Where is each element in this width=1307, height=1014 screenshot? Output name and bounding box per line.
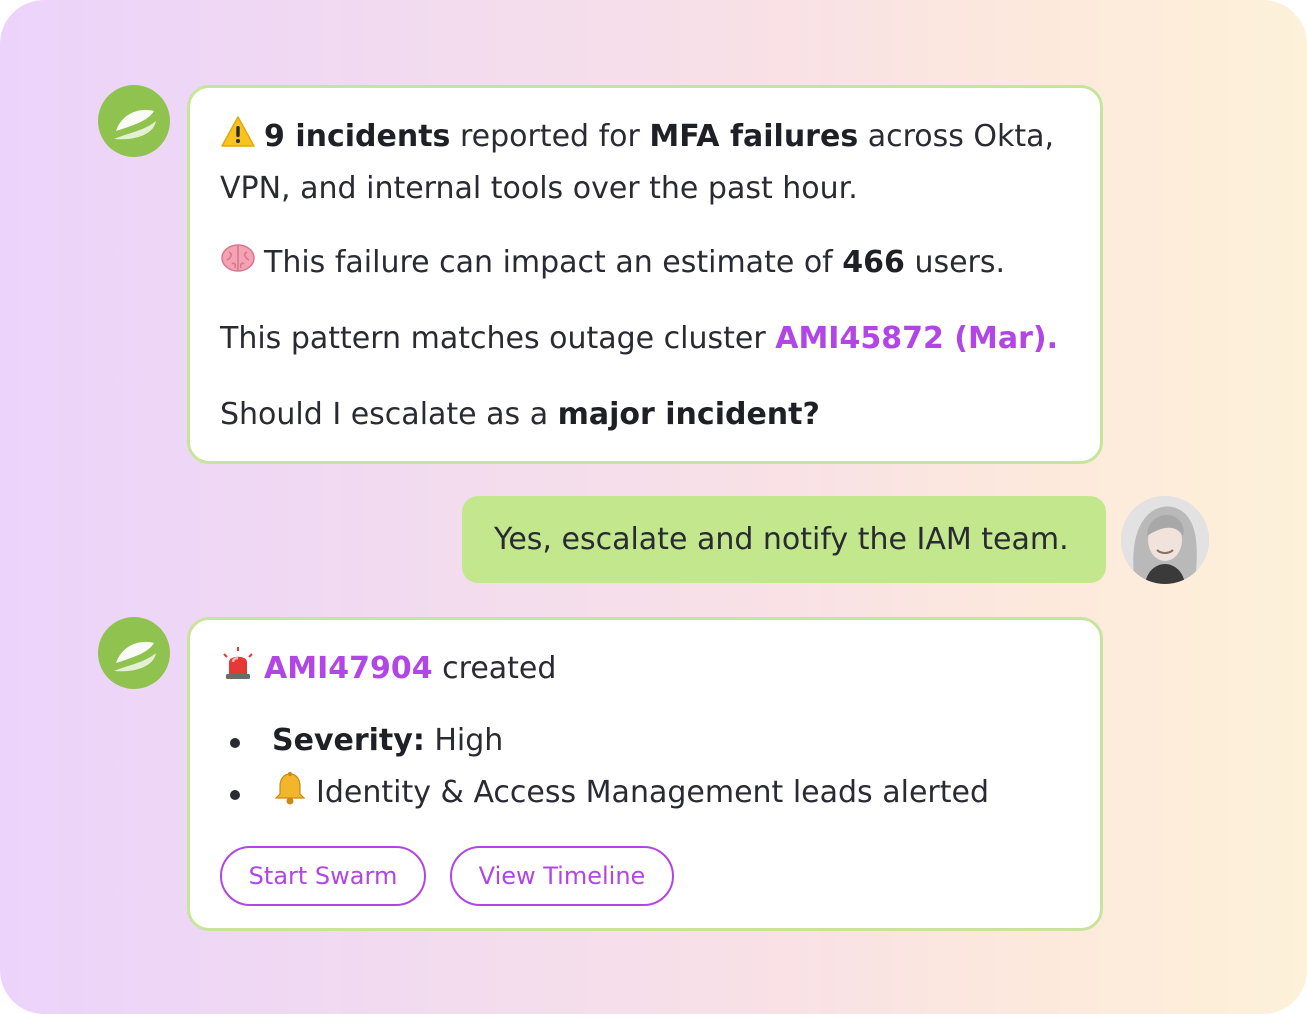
leaf-logo-icon xyxy=(114,641,156,672)
leaf-logo-icon xyxy=(114,109,156,140)
warning-icon xyxy=(221,116,255,147)
incident-id-link[interactable]: AMI47904 xyxy=(264,651,433,686)
alert-text: Identity & Access Management leads alert… xyxy=(316,775,989,810)
summary-text-end: across Okta, xyxy=(858,119,1055,154)
list-item: Identity & Access Management leads alert… xyxy=(224,767,989,819)
siren-icon xyxy=(223,647,253,679)
incident-topic: MFA failures xyxy=(649,119,859,154)
start-swarm-button[interactable]: Start Swarm xyxy=(220,846,426,906)
created-text: created xyxy=(432,651,557,686)
user-avatar xyxy=(1121,496,1209,584)
bot-message-card: 9 incidents reported for MFA failures ac… xyxy=(187,85,1103,464)
impact-count: 466 xyxy=(842,245,905,280)
incident-summary: 9 incidents reported for MFA failures ac… xyxy=(220,111,1054,163)
incident-details-list: Severity: High Identity & Access Managem… xyxy=(224,715,989,819)
impact-text-end: users. xyxy=(904,245,1006,280)
user-message-bubble: Yes, escalate and notify the IAM team. xyxy=(462,496,1106,583)
impact-estimate: This failure can impact an estimate of 4… xyxy=(220,237,1005,289)
user-photo-icon xyxy=(1121,496,1209,584)
bot-avatar xyxy=(98,617,170,689)
bot-message-card: AMI47904 created Severity: High Identity… xyxy=(187,617,1103,931)
severity-label: Severity: xyxy=(272,723,425,758)
pattern-match: This pattern matches outage cluster AMI4… xyxy=(220,313,1058,365)
summary-text: reported for xyxy=(450,119,650,154)
cluster-link[interactable]: AMI45872 (Mar). xyxy=(775,321,1058,356)
pattern-text: This pattern matches outage cluster xyxy=(220,321,776,356)
bot-avatar xyxy=(98,85,170,157)
list-item: Severity: High xyxy=(224,715,989,767)
view-timeline-button[interactable]: View Timeline xyxy=(450,846,674,906)
brain-icon xyxy=(221,244,255,272)
question-text: Should I escalate as a xyxy=(220,397,558,432)
user-message-text: Yes, escalate and notify the IAM team. xyxy=(494,522,1069,557)
incident-created: AMI47904 created xyxy=(220,643,556,695)
summary-line-2: VPN, and internal tools over the past ho… xyxy=(220,171,858,206)
severity-value: High xyxy=(424,723,504,758)
chat-panel: 9 incidents reported for MFA failures ac… xyxy=(0,0,1307,1014)
question-bold: major incident? xyxy=(557,397,820,432)
impact-text: This failure can impact an estimate of xyxy=(264,245,843,280)
incident-count: 9 incidents xyxy=(264,119,451,154)
bell-icon xyxy=(274,772,306,805)
escalation-question: Should I escalate as a major incident? xyxy=(220,389,820,441)
